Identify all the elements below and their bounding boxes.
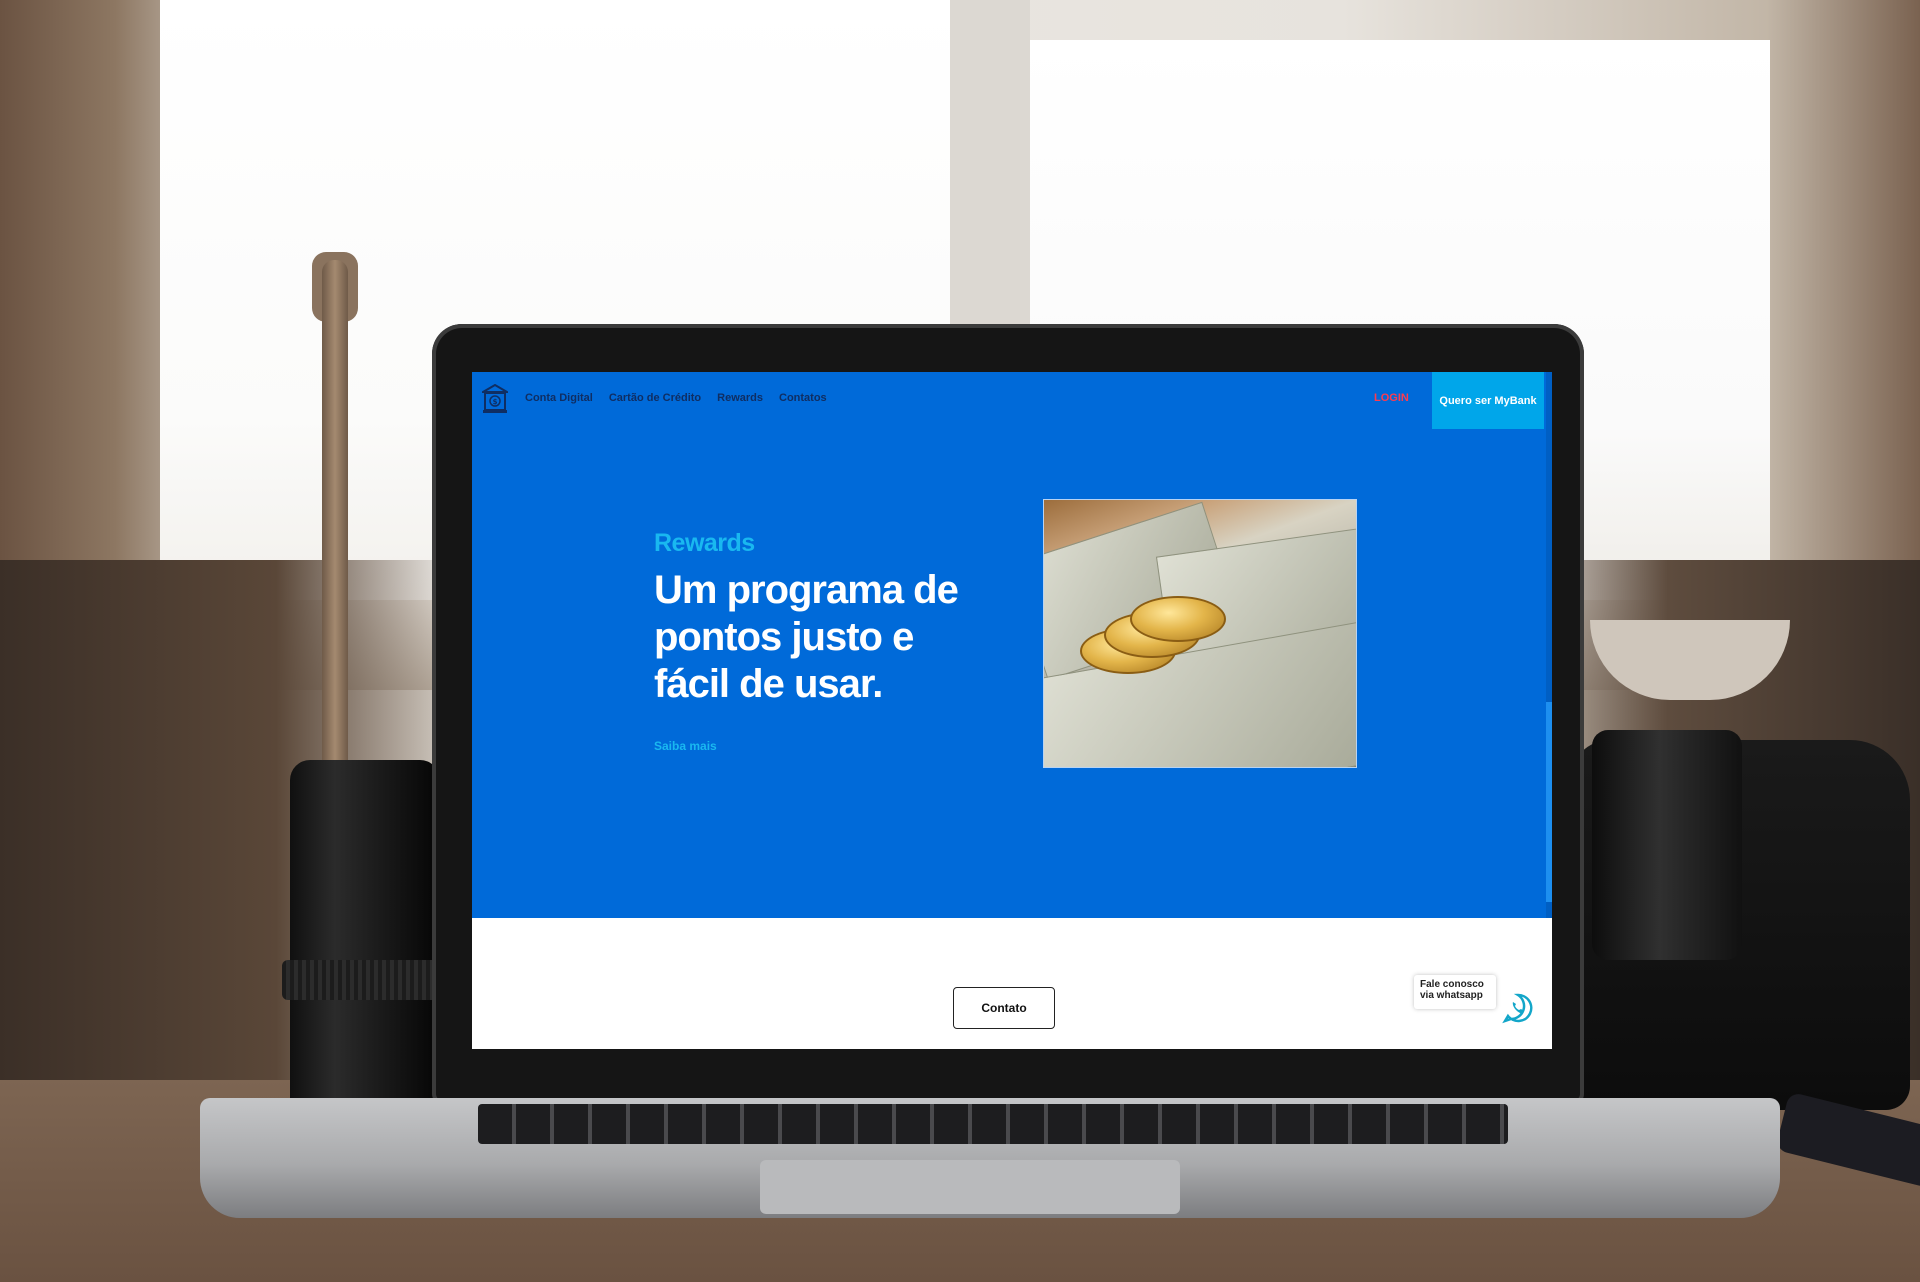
bank-icon[interactable]: $ — [482, 384, 508, 414]
laptop-keyboard — [478, 1104, 1508, 1144]
gold-coin — [1130, 596, 1226, 642]
hero-headline: Um programa de pontos justo e fácil de u… — [654, 568, 959, 706]
hero-eyebrow: Rewards — [654, 529, 755, 557]
laptop-screen: $ Conta Digital Cartão de Crédito Reward… — [472, 372, 1552, 1049]
coins-on-dollar-bills-photo — [1043, 499, 1357, 768]
scrollbar-thumb[interactable] — [1546, 702, 1552, 902]
learn-more-link[interactable]: Saiba mais — [654, 739, 717, 753]
whatsapp-label-line2: via whatsapp — [1420, 990, 1483, 1001]
whatsapp-callout[interactable]: Fale conosco via whatsapp — [1414, 975, 1496, 1009]
nav-link-cartao-de-credito[interactable]: Cartão de Crédito — [609, 392, 701, 404]
nav-links: Conta Digital Cartão de Crédito Rewards … — [525, 392, 827, 404]
guitar-neck — [322, 260, 348, 820]
signup-button[interactable]: Quero ser MyBank — [1432, 372, 1544, 429]
camera-lens — [1592, 730, 1742, 960]
login-link[interactable]: LOGIN — [1374, 392, 1409, 404]
svg-text:$: $ — [493, 398, 498, 406]
nav-link-conta-digital[interactable]: Conta Digital — [525, 392, 593, 404]
whatsapp-label-line1: Fale conosco — [1420, 979, 1484, 990]
nav-link-contatos[interactable]: Contatos — [779, 392, 827, 404]
whatsapp-icon[interactable] — [1502, 992, 1534, 1024]
hero-section: Rewards Um programa de pontos justo e fá… — [472, 429, 1552, 918]
laptop-trackpad — [760, 1160, 1180, 1214]
camera-lens — [290, 760, 440, 1120]
contact-button[interactable]: Contato — [953, 987, 1055, 1029]
lens-ring — [282, 960, 448, 1000]
nav-link-rewards[interactable]: Rewards — [717, 392, 763, 404]
navbar: $ Conta Digital Cartão de Crédito Reward… — [472, 372, 1552, 430]
